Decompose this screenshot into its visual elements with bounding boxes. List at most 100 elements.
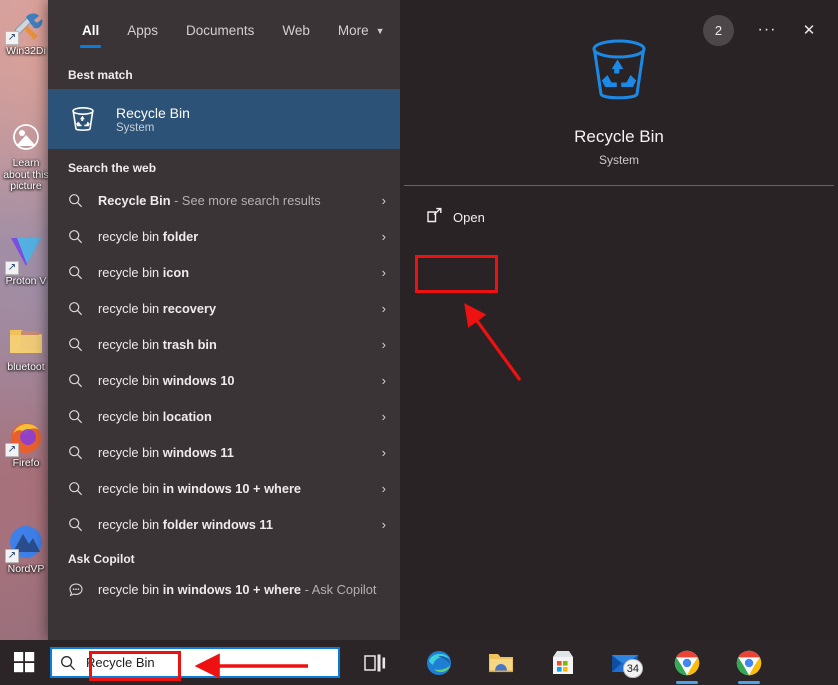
best-match-result[interactable]: Recycle Bin System [48, 89, 400, 149]
web-result-label: recycle bin in windows 10 + where [90, 480, 368, 497]
close-icon[interactable]: ✕ [790, 11, 828, 49]
web-result-suffix: windows 11 [162, 444, 234, 460]
desktop-icon-label: Firefo [12, 458, 40, 469]
chevron-right-icon: › [381, 192, 386, 208]
folder-icon [489, 653, 513, 672]
open-external-icon [426, 207, 443, 227]
desktop-icon-firefox[interactable]: ↗ Firefo [0, 418, 52, 470]
speech-bubble-icon [68, 582, 90, 598]
search-icon [68, 229, 90, 244]
folder-icon [7, 322, 45, 360]
web-result-prefix: Recycle Bin [98, 192, 171, 208]
desktop-icon-win32di[interactable]: ↗ Win32Di [0, 6, 52, 58]
desktop-icon-nordvpn[interactable]: ↗ NordVP [0, 524, 52, 576]
desktop-icon-label: Proton V [5, 276, 47, 287]
copilot-result-row[interactable]: recycle bin in windows 10 + where - Ask … [48, 573, 400, 621]
start-button[interactable] [0, 640, 48, 685]
search-the-web-heading: Search the web [68, 161, 157, 175]
chevron-right-icon: › [381, 372, 386, 388]
desktop-icon-learn-about-picture[interactable]: Learn about this picture [0, 118, 52, 193]
web-result-row[interactable]: recycle bin folder › [48, 218, 400, 254]
web-result-prefix: recycle bin [98, 228, 163, 244]
web-result-row[interactable]: recycle bin folder windows 11 › [48, 506, 400, 542]
copilot-prefix: recycle bin [98, 582, 163, 597]
web-result-label: recycle bin icon [90, 264, 368, 281]
web-result-row[interactable]: recycle bin windows 11 › [48, 434, 400, 470]
preview-actions: Open [400, 186, 838, 232]
taskbar-google-chrome-2[interactable] [726, 640, 772, 685]
web-result-row[interactable]: recycle bin windows 10 › [48, 362, 400, 398]
shortcut-overlay-icon: ↗ [5, 31, 19, 45]
taskbar-microsoft-edge[interactable] [416, 640, 462, 685]
chevron-right-icon: › [381, 264, 386, 280]
web-result-label: recycle bin windows 10 [90, 372, 368, 389]
more-options-button[interactable]: ··· [748, 11, 786, 49]
chrome-icon [736, 650, 762, 675]
shortcut-overlay-icon: ↗ [5, 549, 19, 563]
windows-logo-icon [13, 652, 34, 673]
chevron-right-icon: › [381, 480, 386, 496]
web-result-row[interactable]: recycle bin trash bin › [48, 326, 400, 362]
preview-subtitle: System [598, 153, 639, 167]
window-controls: 2 ··· ✕ [703, 0, 838, 60]
recycle-bin-icon [580, 30, 658, 113]
tab-apps[interactable]: Apps [113, 0, 172, 60]
search-icon [68, 481, 90, 496]
taskbar-mail[interactable]: 34 [602, 640, 648, 685]
search-icon [60, 655, 76, 671]
best-match-title: Recycle Bin [116, 104, 190, 121]
desktop-icon-bluetooth-folder[interactable]: bluetoot [0, 322, 52, 374]
web-result-row[interactable]: recycle bin in windows 10 + where › [48, 470, 400, 506]
web-result-suffix: windows 10 [162, 372, 235, 388]
web-result-prefix: recycle bin [98, 444, 163, 460]
desktop-icon-label: bluetoot [7, 362, 45, 373]
search-icon [68, 409, 90, 424]
desktop-icon-label: NordVP [7, 564, 45, 575]
tab-more[interactable]: More ▼ [324, 0, 399, 60]
taskbar-file-explorer[interactable] [478, 640, 524, 685]
taskbar-google-chrome[interactable] [664, 640, 710, 685]
tab-documents[interactable]: Documents [172, 0, 268, 60]
web-result-prefix: recycle bin [98, 480, 163, 496]
web-result-label: recycle bin recovery [90, 300, 368, 317]
open-button-label: Open [453, 209, 485, 225]
web-result-row[interactable]: Recycle Bin - See more search results › [48, 182, 400, 218]
task-view-button[interactable] [352, 640, 398, 685]
app-preview-pane: 2 ··· ✕ Recycle Bin System Open [400, 0, 838, 640]
best-match-heading: Best match [68, 68, 133, 82]
account-avatar[interactable]: 2 [703, 14, 734, 46]
tab-web[interactable]: Web [268, 0, 324, 60]
store-icon [553, 651, 573, 674]
web-result-prefix: recycle bin [98, 516, 163, 532]
desktop-icon-proton-vpn[interactable]: ↗ Proton V [0, 236, 52, 288]
windows-search-flyout: All Apps Documents Web More ▼ Best match [48, 0, 838, 640]
tab-label: More [337, 22, 369, 38]
screen: Edge ↗ Win32Di Le [0, 0, 838, 685]
web-result-prefix: recycle bin [98, 372, 163, 388]
tab-label: All [82, 22, 100, 38]
taskbar-microsoft-store[interactable] [540, 640, 586, 685]
best-match-text: Recycle Bin System [116, 105, 190, 134]
web-result-label: recycle bin windows 11 [90, 444, 368, 461]
web-result-label: recycle bin trash bin [90, 336, 368, 353]
web-result-label: recycle bin location [90, 408, 368, 425]
firefox-icon: ↗ [5, 418, 45, 457]
open-button[interactable]: Open [414, 202, 497, 232]
web-result-suffix: - See more search results [170, 192, 321, 208]
web-result-suffix: icon [162, 264, 190, 280]
web-result-prefix: recycle bin [98, 408, 163, 424]
tab-all[interactable]: All [68, 0, 113, 60]
search-results-pane: All Apps Documents Web More ▼ Best match [48, 0, 400, 640]
tab-label: Web [282, 22, 310, 38]
web-result-row[interactable]: recycle bin icon › [48, 254, 400, 290]
recycle-bin-icon [68, 104, 102, 134]
search-filter-tabs: All Apps Documents Web More ▼ [48, 0, 400, 60]
web-result-row[interactable]: recycle bin recovery › [48, 290, 400, 326]
preview-title: Recycle Bin [574, 127, 664, 146]
web-result-row[interactable]: recycle bin location › [48, 398, 400, 434]
copilot-bold: in windows 10 + where [162, 582, 302, 597]
task-view-icon [364, 654, 386, 671]
web-result-prefix: recycle bin [98, 336, 163, 352]
shortcut-overlay-icon: ↗ [5, 261, 19, 275]
taskbar-search-input[interactable]: Recycle Bin [50, 647, 340, 678]
